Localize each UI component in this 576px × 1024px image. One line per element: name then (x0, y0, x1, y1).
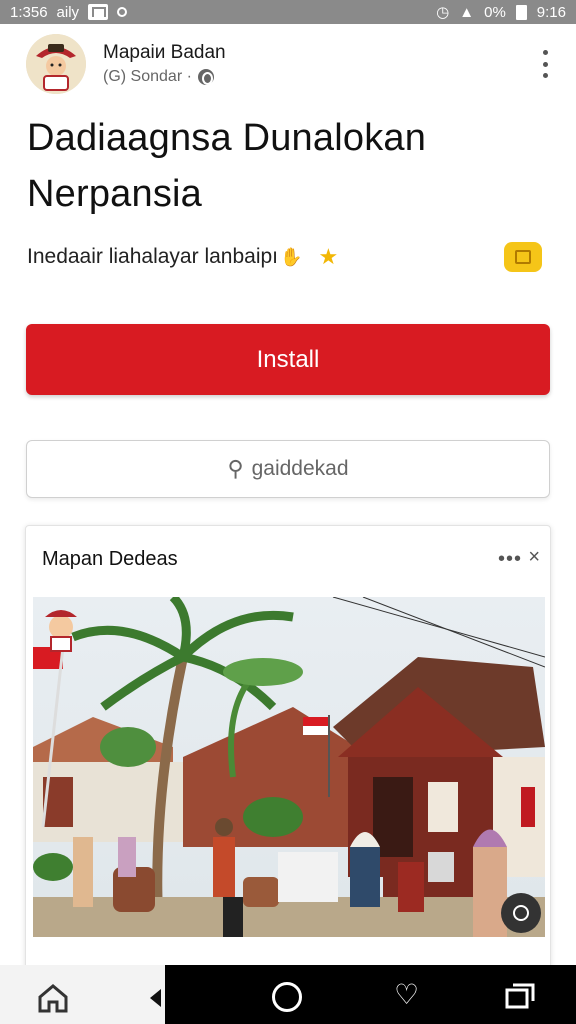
heart-icon[interactable]: ♡ (394, 981, 419, 1009)
post-meta-text: (G) Sondar · (103, 68, 192, 85)
globe-icon (197, 69, 214, 85)
battery-icon (515, 4, 527, 20)
village-photo[interactable] (33, 597, 545, 937)
post-title: Dadiaagnsa Dunalokan Nerpansia (27, 117, 427, 215)
battery-percent: 0% (484, 3, 506, 21)
mail-icon (88, 4, 109, 20)
status-bar: 1:356 aily ◷ ▲ 0% 9:16 (0, 0, 576, 24)
save-badge-button[interactable] (504, 242, 542, 272)
post-subtitle: Inedaair liahalayar lanbaipı (27, 245, 279, 268)
author-name[interactable]: Mapaiи Badan (103, 42, 226, 64)
card-close-icon[interactable]: × (528, 546, 540, 569)
more-options-icon[interactable] (538, 50, 552, 78)
star-icon: ★ (318, 244, 339, 269)
image-action-button[interactable] (501, 893, 541, 933)
recent-apps-icon[interactable] (505, 983, 535, 1009)
signal-icon: ▲ (459, 3, 475, 21)
media-card: Mapan Dedeas ••• × (25, 525, 551, 975)
hand-emoji-icon: ✋ (280, 246, 303, 267)
avatar[interactable] (26, 34, 86, 94)
post-meta: (G) Sondar · (103, 68, 214, 86)
search-icon: ⚲ (227, 456, 244, 481)
post-header: Mapaiи Badan (G) Sondar · (26, 34, 556, 94)
status-right-time: 9:16 (536, 3, 566, 21)
status-left-text: aily (56, 3, 80, 21)
secondary-button[interactable]: ⚲ gaiddekad (26, 440, 550, 498)
card-title: Mapan Dedeas (42, 548, 178, 570)
dot-icon (117, 7, 128, 17)
alarm-icon: ◷ (436, 4, 450, 21)
bottom-nav: ♡ (0, 965, 576, 1024)
secondary-button-label: gaiddekad (251, 457, 349, 480)
home-icon[interactable] (36, 983, 70, 1013)
card-more-icon[interactable]: ••• (498, 548, 522, 571)
back-icon[interactable] (150, 989, 161, 1007)
status-time: 1:356 (10, 3, 48, 21)
circle-icon[interactable] (272, 982, 302, 1012)
subtitle-row: Inedaair liahalayar lanbaipı ✋ ★ (27, 240, 542, 274)
install-button[interactable]: Install (26, 324, 550, 395)
